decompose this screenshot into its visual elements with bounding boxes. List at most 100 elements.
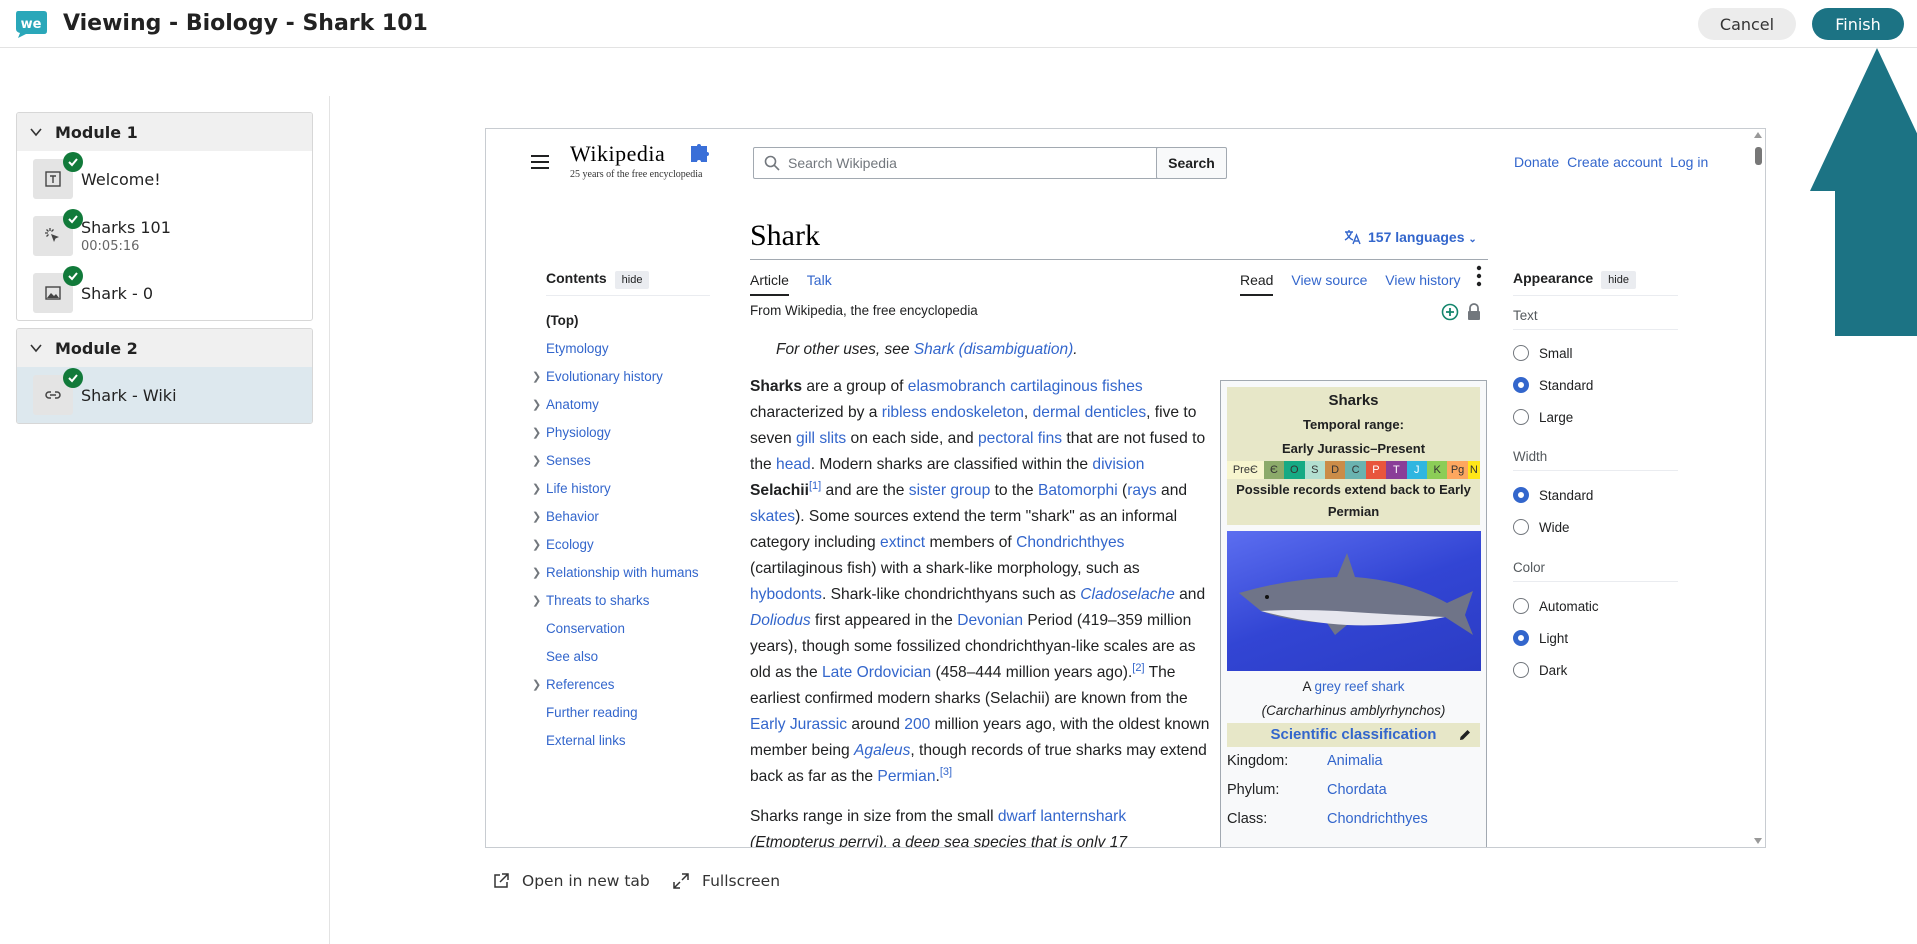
wiki-link[interactable]: ribless endoskeleton — [882, 404, 1024, 421]
radio-width-standard[interactable]: Standard — [1513, 487, 1593, 503]
geo-period[interactable]: N — [1467, 461, 1481, 479]
wiki-link[interactable]: gill slits — [796, 430, 846, 447]
module-item-shark-0[interactable]: Shark - 0 — [17, 265, 312, 320]
toc-item[interactable]: Conservation — [546, 615, 699, 643]
geo-period[interactable]: C — [1345, 461, 1366, 479]
wikipedia-logo[interactable]: Wikipedia — [570, 141, 665, 167]
toc-hide-button[interactable]: hide — [614, 271, 650, 289]
expand-icon[interactable]: ❯ — [532, 447, 541, 475]
wiki-link[interactable]: division — [1092, 456, 1144, 473]
appearance-hide-button[interactable]: hide — [1601, 271, 1636, 289]
expand-icon[interactable]: ❯ — [532, 419, 541, 447]
wiki-link[interactable]: elasmobranch — [908, 378, 1006, 395]
scientific-classification-label[interactable]: Scientific classification — [1271, 726, 1437, 743]
toc-item[interactable]: Physiology — [546, 425, 611, 440]
geo-period[interactable]: O — [1284, 461, 1305, 479]
expand-icon[interactable]: ❯ — [532, 559, 541, 587]
more-options-icon[interactable] — [1476, 265, 1482, 287]
wiki-link[interactable]: Late Ordovician — [822, 664, 931, 681]
cancel-button[interactable]: Cancel — [1698, 8, 1796, 40]
tab-view-source[interactable]: View source — [1291, 272, 1367, 288]
expand-icon[interactable]: ❯ — [532, 671, 541, 699]
geo-period[interactable]: Є — [1263, 461, 1285, 479]
wiki-link[interactable]: hybodonts — [750, 586, 822, 603]
radio-button[interactable] — [1513, 519, 1529, 535]
radio-button[interactable] — [1513, 409, 1529, 425]
toc-item[interactable]: See also — [546, 643, 699, 671]
wiki-link[interactable]: sister group — [909, 482, 990, 499]
toc-item[interactable]: (Top) — [546, 307, 699, 335]
embedded-page-frame[interactable]: Wikipedia 25 years of the free encyclope… — [485, 128, 1766, 848]
wiki-link[interactable]: cartilaginous fishes — [1010, 378, 1143, 395]
wiki-link[interactable]: Batomorphi — [1038, 482, 1118, 499]
finish-button[interactable]: Finish — [1812, 8, 1904, 40]
edit-icon[interactable] — [1458, 728, 1472, 742]
scroll-up-icon[interactable] — [1754, 132, 1762, 138]
module-header[interactable]: Module 2 — [17, 329, 312, 367]
caption-link[interactable]: grey reef shark — [1314, 679, 1404, 694]
search-button[interactable]: Search — [1156, 147, 1227, 179]
radio-button[interactable] — [1513, 662, 1529, 678]
disambiguation-link[interactable]: Shark (disambiguation) — [914, 341, 1073, 358]
wiki-link[interactable]: Devonian — [957, 612, 1023, 629]
geo-period[interactable]: T — [1386, 461, 1407, 479]
wiki-link[interactable]: Cladoselache — [1080, 586, 1175, 603]
module-item-sharks-101[interactable]: Sharks 101 00:05:16 — [17, 207, 312, 265]
module-item-welcome[interactable]: Welcome! — [17, 151, 312, 207]
wiki-link[interactable]: dermal denticles — [1033, 404, 1147, 421]
wiki-link[interactable]: Early Jurassic — [750, 716, 847, 733]
radio-text-standard[interactable]: Standard — [1513, 377, 1593, 393]
wiki-link[interactable]: rays — [1127, 482, 1156, 499]
radio-button[interactable] — [1513, 345, 1529, 361]
taxonomy-value[interactable]: Animalia — [1327, 747, 1383, 776]
tab-view-history[interactable]: View history — [1385, 272, 1460, 288]
tab-read[interactable]: Read — [1240, 272, 1274, 296]
wiki-link[interactable]: Agaleus — [854, 742, 910, 759]
radio-color-automatic[interactable]: Automatic — [1513, 598, 1599, 614]
open-new-tab-link[interactable]: Open in new tab — [492, 872, 650, 890]
geo-period[interactable]: D — [1324, 461, 1346, 479]
radio-text-large[interactable]: Large — [1513, 409, 1573, 425]
geo-period[interactable]: Pg — [1447, 461, 1468, 479]
languages-button[interactable]: 157 languages ⌄ — [1344, 229, 1477, 245]
geo-period[interactable]: S — [1304, 461, 1325, 479]
toc-item[interactable]: Senses — [546, 453, 591, 468]
wiki-link[interactable]: dwarf lanternshark — [998, 808, 1126, 825]
wiki-link[interactable]: Chondrichthyes — [1016, 534, 1124, 551]
radio-color-light[interactable]: Light — [1513, 630, 1568, 646]
module-item-shark-wiki[interactable]: Shark - Wiki — [17, 367, 312, 423]
expand-icon[interactable]: ❯ — [532, 391, 541, 419]
add-icon[interactable] — [1441, 303, 1459, 321]
wiki-link[interactable]: head — [776, 456, 811, 473]
toc-item[interactable]: External links — [546, 727, 699, 755]
geo-period[interactable]: K — [1426, 461, 1448, 479]
wiki-link[interactable]: skates — [750, 508, 795, 525]
login-link[interactable]: Log in — [1670, 154, 1708, 170]
toc-item[interactable]: Anatomy — [546, 397, 599, 412]
donate-link[interactable]: Donate — [1514, 154, 1559, 170]
shark-image[interactable] — [1227, 531, 1481, 671]
wiki-link[interactable]: Doliodus — [750, 612, 811, 629]
expand-icon[interactable]: ❯ — [532, 475, 541, 503]
tab-talk[interactable]: Talk — [807, 272, 832, 288]
taxonomy-value[interactable]: Chordata — [1327, 776, 1387, 805]
expand-icon[interactable]: ❯ — [532, 363, 541, 391]
wiki-link[interactable]: pectoral fins — [978, 430, 1062, 447]
wiki-link[interactable]: 200 — [904, 716, 930, 733]
toc-item[interactable]: Behavior — [546, 509, 599, 524]
toc-item[interactable]: Evolutionary history — [546, 369, 663, 384]
geo-period[interactable]: PreЄ — [1227, 461, 1264, 479]
geo-period[interactable]: J — [1406, 461, 1427, 479]
toc-item[interactable]: Ecology — [546, 537, 594, 552]
fullscreen-link[interactable]: Fullscreen — [672, 872, 780, 890]
frame-scrollbar[interactable] — [1751, 129, 1765, 847]
citation-link[interactable]: [2] — [1132, 662, 1144, 674]
create-account-link[interactable]: Create account — [1567, 154, 1662, 170]
scroll-down-icon[interactable] — [1754, 838, 1762, 844]
radio-color-dark[interactable]: Dark — [1513, 662, 1567, 678]
expand-icon[interactable]: ❯ — [532, 587, 541, 615]
wiki-link[interactable]: extinct — [880, 534, 925, 551]
radio-text-small[interactable]: Small — [1513, 345, 1572, 361]
module-header[interactable]: Module 1 — [17, 113, 312, 151]
toc-item[interactable]: Threats to sharks — [546, 593, 649, 608]
